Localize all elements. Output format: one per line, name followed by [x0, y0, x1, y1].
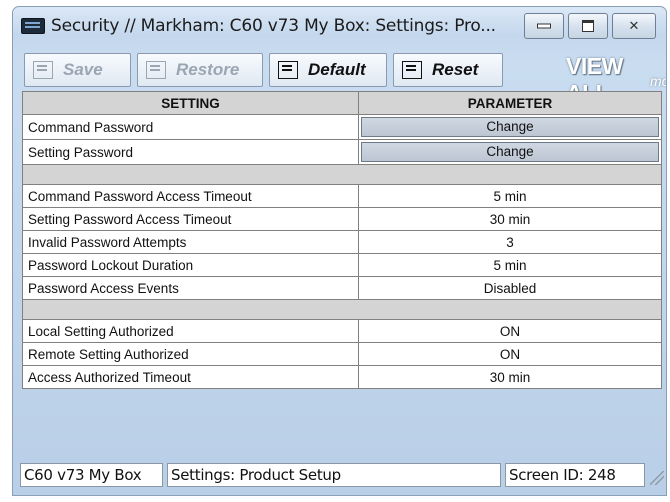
table-row: Remote Setting Authorized ON: [22, 342, 662, 366]
default-button[interactable]: Default: [269, 53, 387, 87]
title-bar[interactable]: Security // Markham: C60 v73 My Box: Set…: [13, 7, 666, 49]
maximize-button[interactable]: [568, 13, 608, 39]
save-label: Save: [63, 60, 103, 79]
app-icon: [21, 18, 45, 34]
section-separator: [22, 164, 662, 185]
close-button[interactable]: ✕: [612, 13, 656, 39]
reset-icon: [402, 61, 422, 79]
setting-name: Setting Password Access Timeout: [22, 207, 359, 231]
table-row: Local Setting Authorized ON: [22, 319, 662, 343]
default-label: Default: [308, 60, 366, 79]
status-page: Settings: Product Setup: [167, 463, 501, 487]
parameter-value[interactable]: 30 min: [358, 207, 662, 231]
setting-name: Invalid Password Attempts: [22, 230, 359, 254]
setting-name: Command Password Access Timeout: [22, 184, 359, 208]
resize-grip-icon[interactable]: [650, 471, 664, 485]
table-row: Setting Password Access Timeout 30 min: [22, 207, 662, 231]
view-all-subtext: mo: [650, 73, 666, 89]
parameter-value[interactable]: 5 min: [358, 253, 662, 277]
parameter-value[interactable]: Disabled: [358, 276, 662, 300]
setting-name: Password Lockout Duration: [22, 253, 359, 277]
security-settings-window: Security // Markham: C60 v73 My Box: Set…: [12, 6, 667, 496]
table-row: Access Authorized Timeout 30 min: [22, 365, 662, 389]
window-title: Security // Markham: C60 v73 My Box: Set…: [51, 16, 496, 36]
parameter-value[interactable]: 5 min: [358, 184, 662, 208]
setting-name: Setting Password: [22, 139, 359, 165]
save-button[interactable]: Save: [24, 53, 131, 87]
parameter-value[interactable]: 3: [358, 230, 662, 254]
setting-name: Password Access Events: [22, 276, 359, 300]
status-bar: C60 v73 My Box Settings: Product Setup S…: [20, 463, 664, 489]
parameter-value[interactable]: 30 min: [358, 365, 662, 389]
change-setting-password-button[interactable]: Change: [361, 142, 659, 162]
status-screen-id: Screen ID: 248: [505, 463, 645, 487]
header-setting: SETTING: [22, 91, 359, 115]
default-icon: [278, 61, 298, 79]
table-row: Password Lockout Duration 5 min: [22, 253, 662, 277]
table-row: Setting Password Change: [22, 139, 662, 165]
parameter-value[interactable]: ON: [358, 319, 662, 343]
minimize-button[interactable]: [524, 13, 564, 39]
settings-table: SETTING PARAMETER Command Password Chang…: [22, 91, 662, 389]
setting-name: Access Authorized Timeout: [22, 365, 359, 389]
table-row: Invalid Password Attempts 3: [22, 230, 662, 254]
section-separator: [22, 299, 662, 320]
restore-label: Restore: [176, 60, 240, 79]
setting-name: Local Setting Authorized: [22, 319, 359, 343]
maximize-icon: [582, 20, 594, 32]
table-row: Command Password Change: [22, 114, 662, 140]
table-header-row: SETTING PARAMETER: [22, 91, 662, 115]
table-row: Password Access Events Disabled: [22, 276, 662, 300]
minimize-icon: [537, 23, 551, 29]
change-command-password-button[interactable]: Change: [361, 117, 659, 137]
status-device: C60 v73 My Box: [20, 463, 163, 487]
restore-icon: [146, 61, 166, 79]
parameter-value[interactable]: ON: [358, 342, 662, 366]
close-icon: ✕: [628, 18, 640, 33]
table-row: Command Password Access Timeout 5 min: [22, 184, 662, 208]
reset-button[interactable]: Reset: [393, 53, 503, 87]
setting-name: Remote Setting Authorized: [22, 342, 359, 366]
header-parameter: PARAMETER: [358, 91, 662, 115]
setting-name: Command Password: [22, 114, 359, 140]
restore-button[interactable]: Restore: [137, 53, 263, 87]
reset-label: Reset: [432, 60, 479, 79]
toolbar: Save Restore Default Reset VIEW ALL mo: [24, 53, 666, 106]
save-icon: [33, 61, 53, 79]
